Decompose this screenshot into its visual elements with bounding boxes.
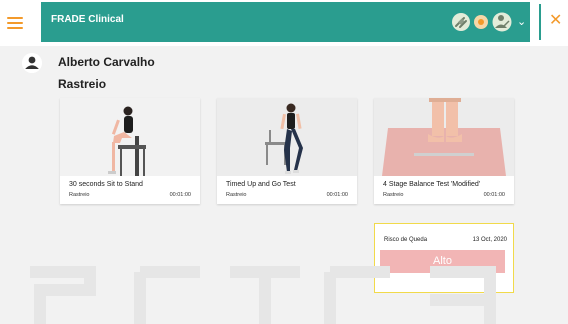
test-card-timed-up-and-go[interactable]: Timed Up and Go Test Rastreio 00:01:00 <box>217 98 357 204</box>
patient-name: Alberto Carvalho <box>58 55 155 69</box>
test-duration: 00:01:00 <box>483 192 505 198</box>
test-duration: 00:01:00 <box>326 192 348 198</box>
background-watermark <box>30 266 496 324</box>
risk-date: 13 Oct, 2020 <box>472 237 507 243</box>
risk-label: Risco de Queda <box>384 237 428 243</box>
close-icon[interactable]: ✕ <box>549 13 562 29</box>
test-category: Rastreio <box>383 192 404 198</box>
satellite-icon[interactable] <box>451 12 471 32</box>
test-category: Rastreio <box>226 192 247 198</box>
test-duration: 00:01:00 <box>169 192 191 198</box>
test-card-balance-test[interactable]: 4 Stage Balance Test 'Modified' Rastreio… <box>374 98 514 204</box>
app-bar-divider <box>539 4 541 40</box>
test-card-sit-to-stand[interactable]: 30 seconds Sit to Stand Rastreio 00:01:0… <box>60 98 200 204</box>
test-title: Timed Up and Go Test <box>226 181 296 188</box>
app-title: FRADE Clinical <box>51 14 124 25</box>
chevron-down-icon[interactable]: ⌄ <box>517 15 526 28</box>
section-title: Rastreio <box>58 77 107 91</box>
app-bar: FRADE Clinical ⌄ <box>41 2 530 42</box>
person-icon <box>22 53 42 73</box>
record-dot-icon[interactable] <box>474 15 488 29</box>
user-settings-icon[interactable] <box>492 11 512 33</box>
top-bar: FRADE Clinical ⌄ ✕ <box>0 0 568 46</box>
test-thumbnail <box>60 98 200 176</box>
test-thumbnail <box>217 98 357 176</box>
test-thumbnail <box>374 98 514 176</box>
menu-icon[interactable] <box>6 14 24 32</box>
test-title: 4 Stage Balance Test 'Modified' <box>383 181 481 188</box>
test-title: 30 seconds Sit to Stand <box>69 181 143 188</box>
test-category: Rastreio <box>69 192 90 198</box>
